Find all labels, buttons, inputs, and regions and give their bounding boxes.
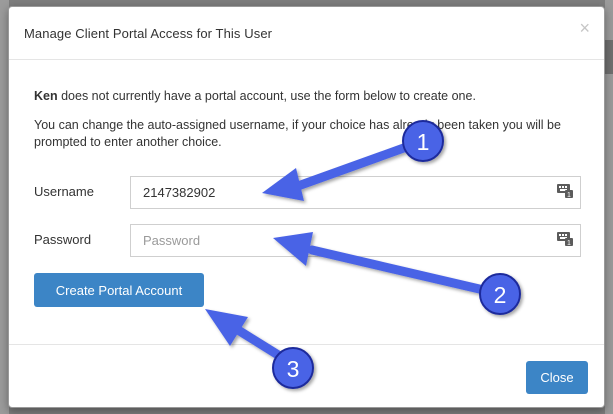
- user-name: Ken: [34, 89, 58, 103]
- create-portal-account-button[interactable]: Create Portal Account: [34, 273, 204, 307]
- password-label: Password: [34, 232, 92, 247]
- keyboard-icon[interactable]: 1: [557, 232, 573, 246]
- dialog-title: Manage Client Portal Access for This Use…: [24, 26, 273, 41]
- background-right-edge: [605, 0, 613, 414]
- keyboard-icon[interactable]: 1: [557, 184, 573, 198]
- portal-access-dialog: Manage Client Portal Access for This Use…: [8, 6, 605, 408]
- password-input[interactable]: [130, 224, 581, 257]
- svg-text:1: 1: [567, 240, 571, 246]
- username-input[interactable]: [130, 176, 581, 209]
- username-label: Username: [34, 184, 94, 199]
- username-hint: You can change the auto-assigned usernam…: [34, 118, 561, 149]
- svg-text:1: 1: [567, 192, 571, 198]
- dialog-footer: Close: [9, 344, 604, 407]
- intro-rest: does not currently have a portal account…: [57, 89, 476, 103]
- intro-text: Ken does not currently have a portal acc…: [34, 89, 594, 103]
- close-button[interactable]: Close: [526, 361, 588, 394]
- dialog-header: Manage Client Portal Access for This Use…: [9, 7, 604, 60]
- dialog-body: Ken does not currently have a portal acc…: [9, 60, 604, 344]
- close-icon[interactable]: ×: [579, 19, 590, 37]
